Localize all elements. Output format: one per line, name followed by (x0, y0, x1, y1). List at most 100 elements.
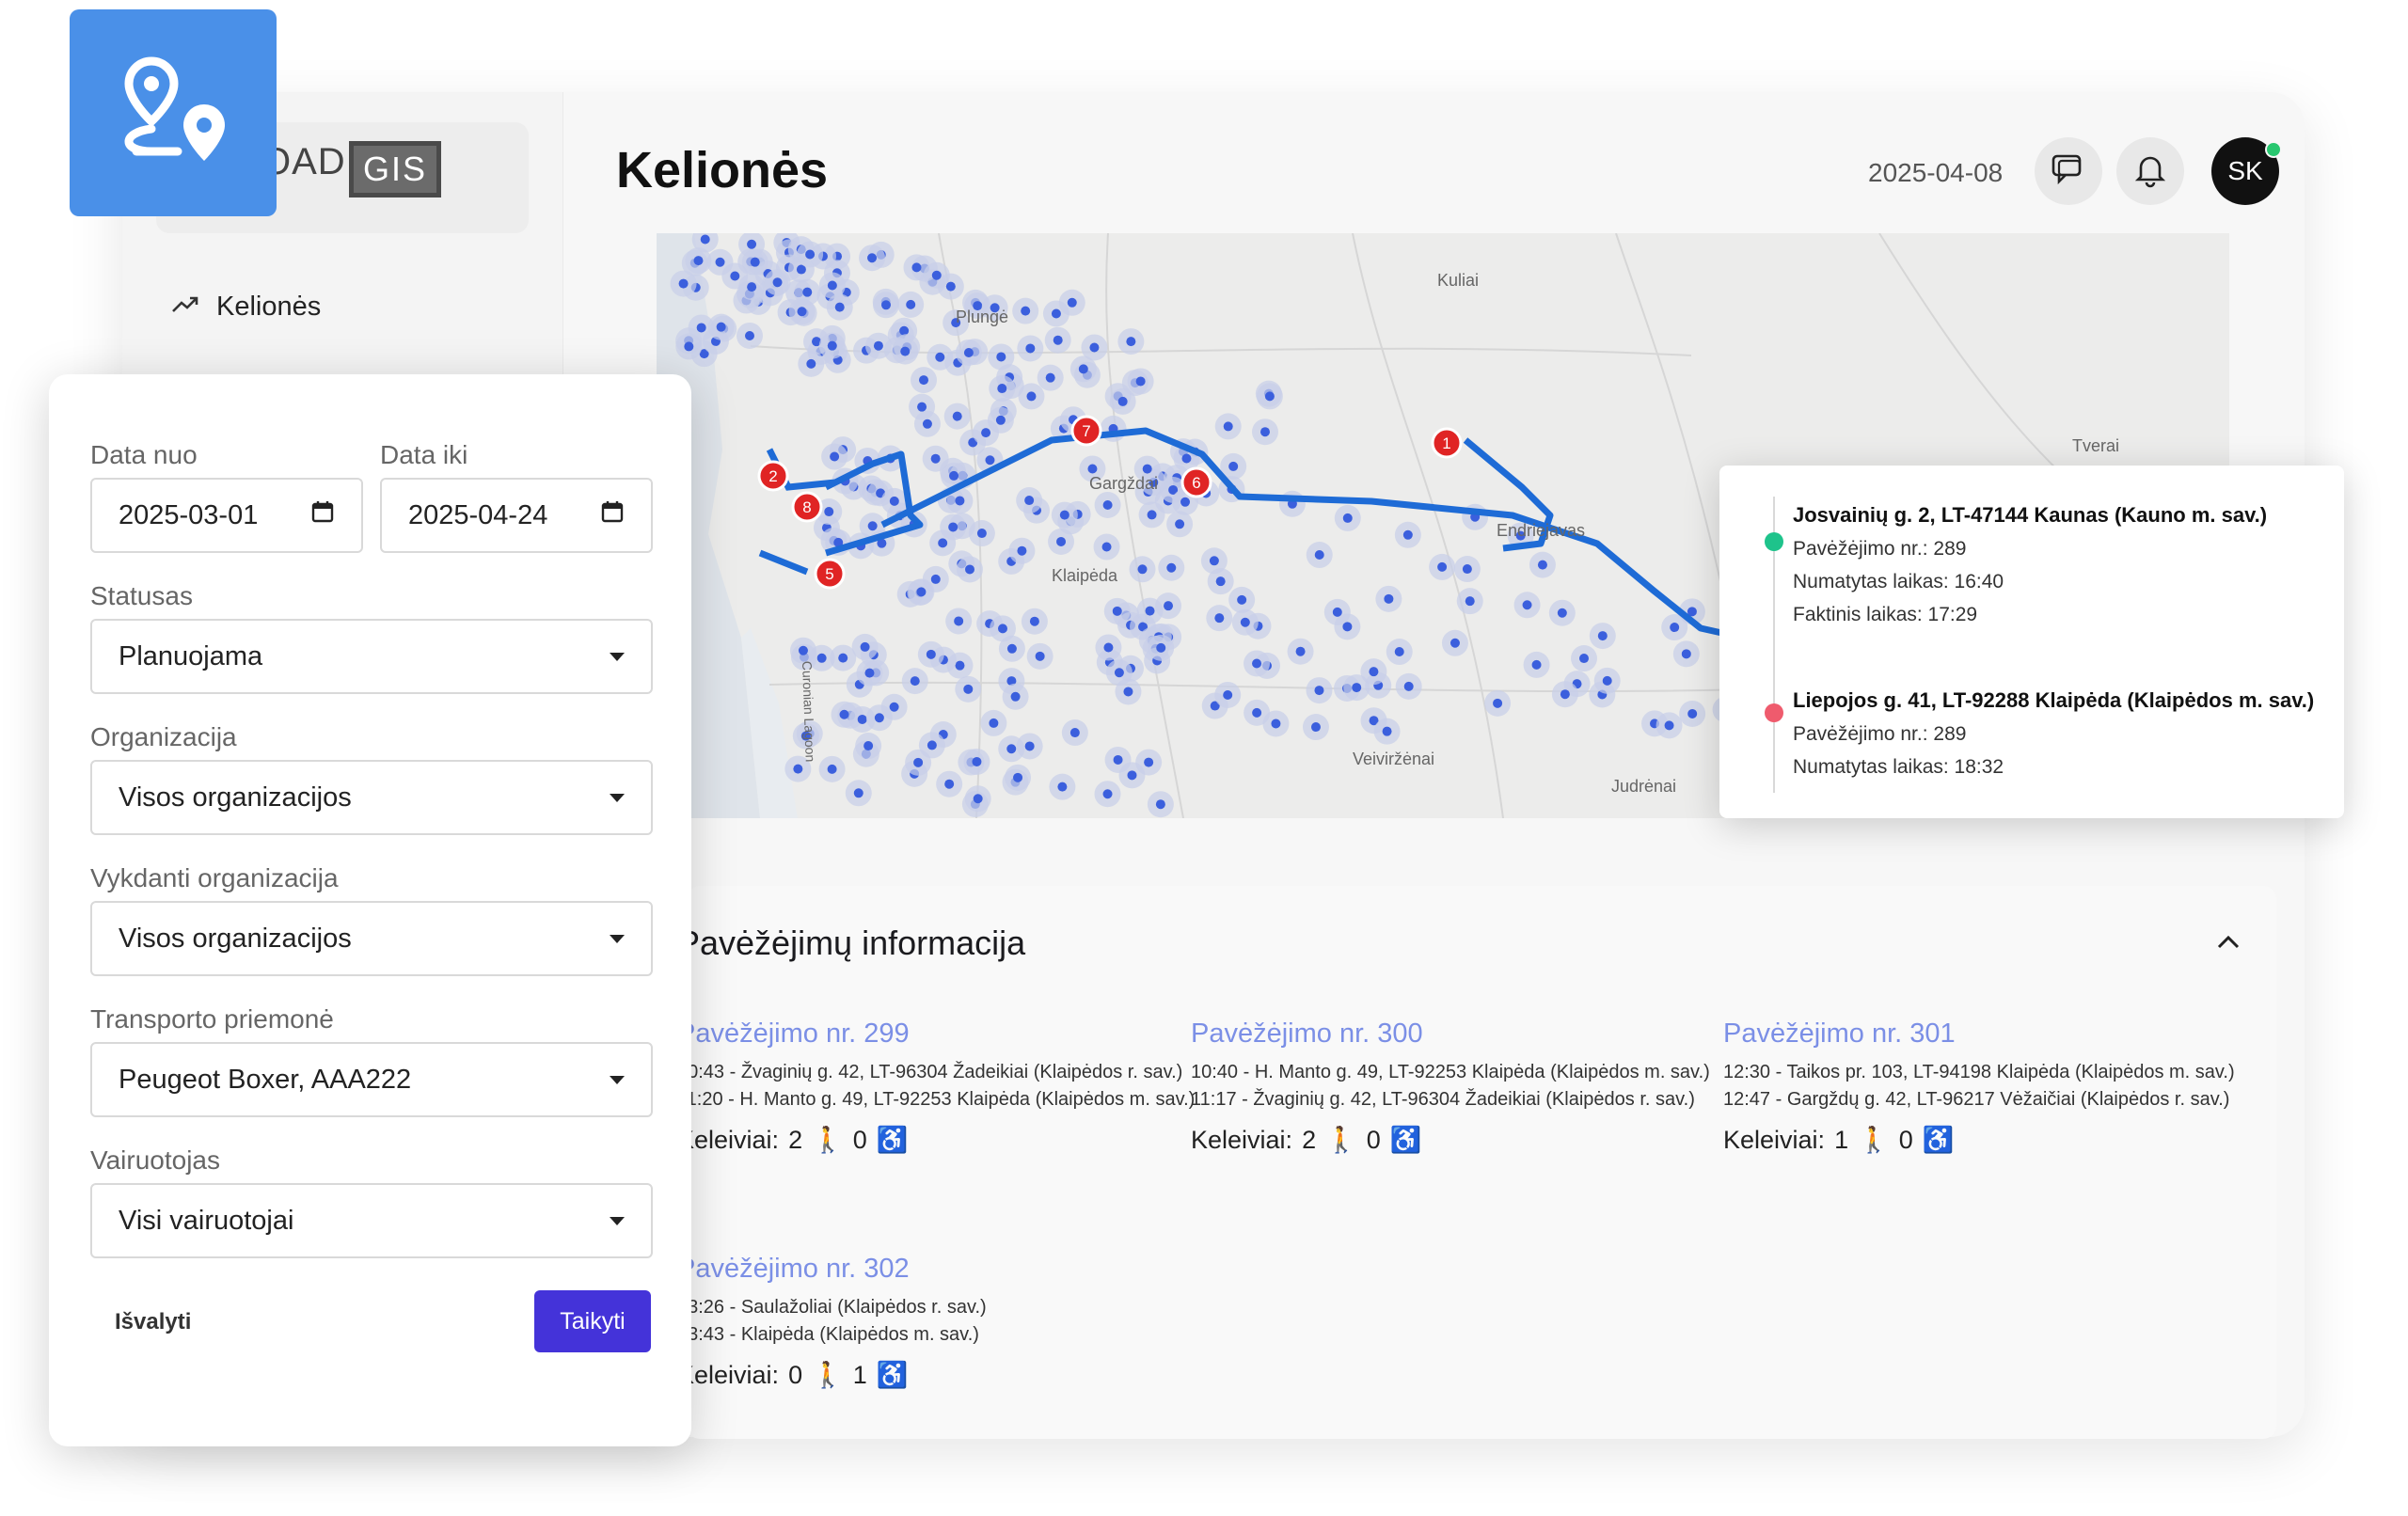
map-marker-8[interactable]: 8 (791, 491, 823, 523)
map-point[interactable] (972, 756, 982, 766)
map-marker-5[interactable]: 5 (814, 558, 846, 590)
map-point[interactable] (1252, 658, 1262, 669)
map-point[interactable] (1560, 689, 1570, 700)
map-point[interactable] (1123, 687, 1133, 697)
map-point[interactable] (889, 702, 899, 712)
map-point[interactable] (906, 299, 916, 309)
clear-filters-button[interactable]: Išvalyti (115, 1309, 191, 1335)
map-point[interactable] (1024, 741, 1035, 751)
date-from-input[interactable]: 2025-03-01 (90, 478, 363, 553)
map-point[interactable] (747, 282, 757, 292)
map-point[interactable] (919, 375, 929, 386)
map-point[interactable] (1522, 600, 1532, 610)
map-point[interactable] (1215, 576, 1226, 587)
map-point[interactable] (838, 653, 848, 663)
map-point[interactable] (857, 714, 867, 724)
map-point[interactable] (830, 451, 840, 462)
map-point[interactable] (1209, 556, 1219, 566)
map-point[interactable] (1332, 607, 1342, 617)
map-point[interactable] (1394, 647, 1404, 657)
map-point[interactable] (949, 470, 959, 481)
map-point[interactable] (863, 741, 874, 751)
map-point[interactable] (1465, 596, 1475, 607)
map-point[interactable] (1557, 608, 1567, 618)
map-point[interactable] (1056, 536, 1067, 546)
map-point[interactable] (1144, 757, 1154, 767)
map-point[interactable] (1295, 646, 1306, 656)
map-point[interactable] (827, 340, 837, 351)
map-point[interactable] (981, 428, 991, 438)
map-point[interactable] (930, 574, 941, 584)
map-point[interactable] (1214, 613, 1225, 624)
map-marker-6[interactable]: 6 (1180, 466, 1212, 498)
map-marker-7[interactable]: 7 (1070, 415, 1102, 447)
trip-card-300[interactable]: Pavėžėjimo nr. 300 10:40 - H. Manto g. 4… (1191, 1018, 1718, 1154)
map-point[interactable] (693, 256, 704, 266)
map-point[interactable] (1010, 691, 1021, 702)
map-point[interactable] (997, 384, 1007, 394)
map-point[interactable] (772, 277, 783, 288)
map-point[interactable] (1369, 667, 1379, 677)
map-point[interactable] (1403, 681, 1414, 691)
map-point[interactable] (985, 455, 995, 466)
map-point[interactable] (1059, 510, 1069, 520)
map-point[interactable] (678, 278, 689, 289)
map-point[interactable] (900, 346, 911, 356)
trip-title[interactable]: Pavėžėjimo nr. 300 (1191, 1018, 1718, 1050)
map-point[interactable] (797, 307, 807, 317)
map-point[interactable] (930, 453, 941, 464)
map-point[interactable] (824, 507, 834, 517)
map-point[interactable] (1237, 594, 1247, 605)
map-point[interactable] (839, 709, 849, 719)
map-point[interactable] (1006, 744, 1017, 754)
map-point[interactable] (802, 287, 813, 297)
map-point[interactable] (1223, 421, 1233, 432)
map-point[interactable] (1087, 464, 1098, 474)
map-point[interactable] (873, 340, 883, 351)
map-point[interactable] (805, 249, 816, 260)
map-point[interactable] (955, 660, 965, 671)
vehicle-select[interactable]: Peugeot Boxer, AAA222 (90, 1042, 653, 1117)
map-point[interactable] (1021, 306, 1031, 316)
map-point[interactable] (1531, 659, 1542, 670)
trip-card-299[interactable]: Pavėžėjimo nr. 299 10:43 - Žvaginių g. 4… (677, 1018, 1204, 1154)
map-point[interactable] (715, 257, 725, 267)
map-point[interactable] (1352, 683, 1362, 693)
trip-title[interactable]: Pavėžėjimo nr. 299 (677, 1018, 1204, 1050)
map-point[interactable] (1145, 606, 1155, 616)
map-point[interactable] (1164, 601, 1174, 611)
map-point[interactable] (730, 271, 740, 281)
map-point[interactable] (1025, 343, 1036, 354)
map-point[interactable] (1462, 564, 1472, 575)
map-point[interactable] (927, 740, 937, 750)
map-point[interactable] (955, 496, 965, 506)
map-point[interactable] (880, 300, 891, 310)
map-point[interactable] (1681, 649, 1691, 659)
map-marker-1[interactable]: 1 (1431, 427, 1463, 459)
map-point[interactable] (867, 253, 878, 263)
map-point[interactable] (1175, 519, 1185, 529)
map-point[interactable] (1155, 799, 1165, 810)
date-to-input[interactable]: 2025-04-24 (380, 478, 653, 553)
map-point[interactable] (1259, 427, 1270, 437)
map-point[interactable] (1687, 708, 1698, 719)
map-point[interactable] (834, 302, 845, 312)
notifications-button[interactable] (2116, 137, 2184, 205)
map-point[interactable] (1342, 513, 1353, 523)
map-point[interactable] (744, 330, 754, 340)
map-point[interactable] (938, 538, 948, 548)
map-point[interactable] (827, 764, 837, 774)
map-point[interactable] (696, 323, 706, 333)
map-point[interactable] (1156, 642, 1166, 653)
map-point[interactable] (1126, 337, 1136, 347)
trip-card-302[interactable]: Pavėžėjimo nr. 302 13:26 - Saulažoliai (… (677, 1253, 1204, 1389)
map-point[interactable] (926, 649, 936, 659)
map-point[interactable] (806, 358, 816, 369)
map-point[interactable] (1114, 668, 1124, 678)
apply-filters-button[interactable]: Taikyti (534, 1290, 651, 1352)
map-point[interactable] (1013, 772, 1023, 782)
map-point[interactable] (973, 794, 983, 804)
map-point[interactable] (911, 262, 922, 273)
map-point[interactable] (798, 645, 808, 655)
map-point[interactable] (1450, 638, 1460, 648)
